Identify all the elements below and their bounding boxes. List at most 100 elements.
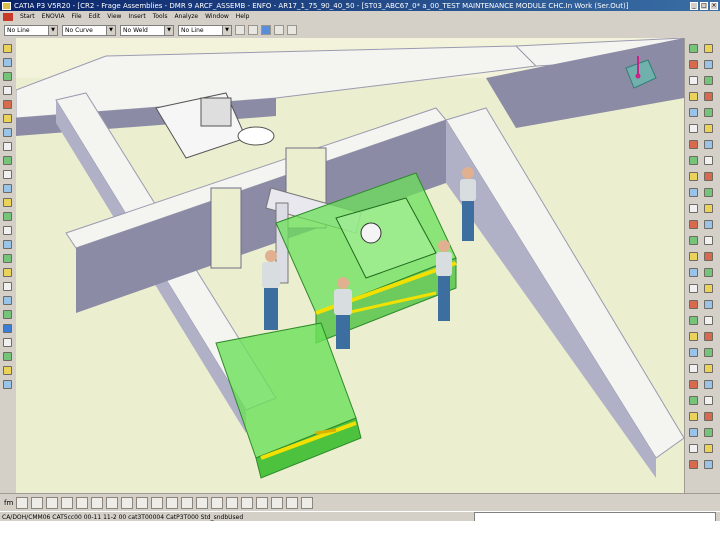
ground-icon[interactable] bbox=[166, 497, 179, 509]
close-icon[interactable]: × bbox=[710, 1, 718, 10]
swept-volume-icon[interactable] bbox=[704, 332, 713, 341]
menu-edit[interactable]: Edit bbox=[89, 13, 101, 20]
center-icon[interactable] bbox=[106, 497, 119, 509]
analysis-icon[interactable] bbox=[689, 380, 698, 389]
fly-mode-icon[interactable] bbox=[31, 497, 44, 509]
properties-icon[interactable] bbox=[287, 25, 297, 35]
sequence-icon[interactable] bbox=[704, 300, 713, 309]
line-type-combo[interactable]: No Line ▼ bbox=[4, 24, 58, 36]
chevron-down-icon[interactable]: ▼ bbox=[222, 25, 231, 35]
camera-icon[interactable] bbox=[3, 338, 12, 347]
magnifier-icon[interactable] bbox=[181, 497, 194, 509]
player-icon[interactable] bbox=[704, 348, 713, 357]
iso-view-icon[interactable] bbox=[704, 172, 713, 181]
mechanism-icon[interactable] bbox=[689, 332, 698, 341]
fix-icon[interactable] bbox=[704, 60, 713, 69]
clash-icon[interactable] bbox=[3, 128, 12, 137]
folder-icon[interactable] bbox=[3, 44, 12, 53]
side-view-icon[interactable] bbox=[689, 204, 698, 213]
capture-image-icon[interactable] bbox=[241, 497, 254, 509]
macro-icon[interactable] bbox=[689, 460, 698, 469]
zoom-in-icon[interactable] bbox=[689, 156, 698, 165]
section-icon[interactable] bbox=[3, 100, 12, 109]
kinematics-icon[interactable] bbox=[704, 316, 713, 325]
video-icon[interactable] bbox=[704, 412, 713, 421]
update-icon[interactable] bbox=[704, 76, 713, 85]
menu-window[interactable]: Window bbox=[205, 13, 229, 20]
menu-tools[interactable]: Tools bbox=[153, 13, 168, 20]
rotate-icon[interactable] bbox=[3, 72, 12, 81]
record-icon[interactable] bbox=[3, 366, 12, 375]
weld-combo[interactable]: No Weld ▼ bbox=[120, 24, 174, 36]
distance-icon[interactable] bbox=[704, 252, 713, 261]
product-icon[interactable] bbox=[689, 44, 698, 53]
scene-icon[interactable] bbox=[704, 236, 713, 245]
manikin-icon[interactable] bbox=[3, 184, 12, 193]
front-view-icon[interactable] bbox=[689, 188, 698, 197]
rotate-view-icon[interactable] bbox=[704, 140, 713, 149]
settings-icon[interactable] bbox=[689, 396, 698, 405]
compass-tool-icon[interactable] bbox=[689, 92, 698, 101]
menu-start[interactable]: Start bbox=[20, 13, 35, 20]
options-icon[interactable] bbox=[704, 396, 713, 405]
line-combo[interactable]: No Line ▼ bbox=[178, 24, 232, 36]
shading-icon[interactable] bbox=[704, 108, 713, 117]
minimize-icon[interactable]: _ bbox=[690, 1, 698, 10]
play-icon[interactable] bbox=[3, 352, 12, 361]
examine-icon[interactable] bbox=[46, 497, 59, 509]
path-icon[interactable] bbox=[689, 348, 698, 357]
menu-analyze[interactable]: Analyze bbox=[174, 13, 198, 20]
annotation-icon[interactable] bbox=[704, 268, 713, 277]
swap-icon[interactable] bbox=[689, 108, 698, 117]
measure-between-icon[interactable] bbox=[271, 497, 284, 509]
wireframe-icon[interactable] bbox=[704, 204, 713, 213]
menu-view[interactable]: View bbox=[107, 13, 121, 20]
save-view-icon[interactable] bbox=[704, 428, 713, 437]
annotations-icon[interactable] bbox=[301, 497, 314, 509]
color-icon[interactable] bbox=[261, 25, 271, 35]
vision-icon[interactable] bbox=[3, 212, 12, 221]
constraint-icon[interactable] bbox=[689, 60, 698, 69]
undo-icon[interactable] bbox=[3, 58, 12, 67]
view-icon[interactable] bbox=[3, 86, 12, 95]
zoom-area-icon[interactable] bbox=[91, 497, 104, 509]
texture-icon[interactable] bbox=[704, 220, 713, 229]
3d-scene[interactable] bbox=[16, 38, 684, 493]
manikin-tool-icon[interactable] bbox=[689, 364, 698, 373]
maximize-icon[interactable]: □ bbox=[700, 1, 708, 10]
menu-insert[interactable]: Insert bbox=[128, 13, 145, 20]
normal-view-icon[interactable] bbox=[689, 124, 698, 133]
reach-icon[interactable] bbox=[3, 226, 12, 235]
marker-icon[interactable] bbox=[704, 284, 713, 293]
curve-combo[interactable]: No Curve ▼ bbox=[62, 24, 116, 36]
catalog-icon[interactable] bbox=[689, 236, 698, 245]
multi-view-icon[interactable] bbox=[704, 124, 713, 133]
export-icon[interactable] bbox=[3, 380, 12, 389]
measure-icon[interactable] bbox=[3, 114, 12, 123]
hide-show-icon[interactable] bbox=[196, 497, 209, 509]
material-icon[interactable] bbox=[689, 220, 698, 229]
report-icon[interactable] bbox=[704, 380, 713, 389]
pan-icon[interactable] bbox=[689, 140, 698, 149]
zoom-icon[interactable] bbox=[3, 282, 12, 291]
fit-all-icon[interactable] bbox=[689, 172, 698, 181]
part-icon[interactable] bbox=[704, 44, 713, 53]
simulate-icon[interactable] bbox=[3, 310, 12, 319]
menu-file[interactable]: File bbox=[72, 13, 82, 20]
track-icon[interactable] bbox=[689, 300, 698, 309]
shuttle-icon[interactable] bbox=[689, 316, 698, 325]
render-icon[interactable] bbox=[121, 497, 134, 509]
painter-icon[interactable] bbox=[274, 25, 284, 35]
section-view-icon[interactable] bbox=[689, 268, 698, 277]
layer-icon[interactable] bbox=[248, 25, 258, 35]
menu-help[interactable]: Help bbox=[236, 13, 250, 20]
clash-analysis-icon[interactable] bbox=[689, 252, 698, 261]
move-icon[interactable] bbox=[3, 156, 12, 165]
depth-icon[interactable] bbox=[151, 497, 164, 509]
chevron-down-icon[interactable]: ▼ bbox=[164, 25, 173, 35]
snap-icon[interactable] bbox=[3, 170, 12, 179]
menu-enovia[interactable]: ENOVIA bbox=[42, 13, 65, 20]
chevron-down-icon[interactable]: ▼ bbox=[106, 25, 115, 35]
help-icon[interactable] bbox=[704, 460, 713, 469]
3d-viewport[interactable] bbox=[16, 38, 684, 493]
